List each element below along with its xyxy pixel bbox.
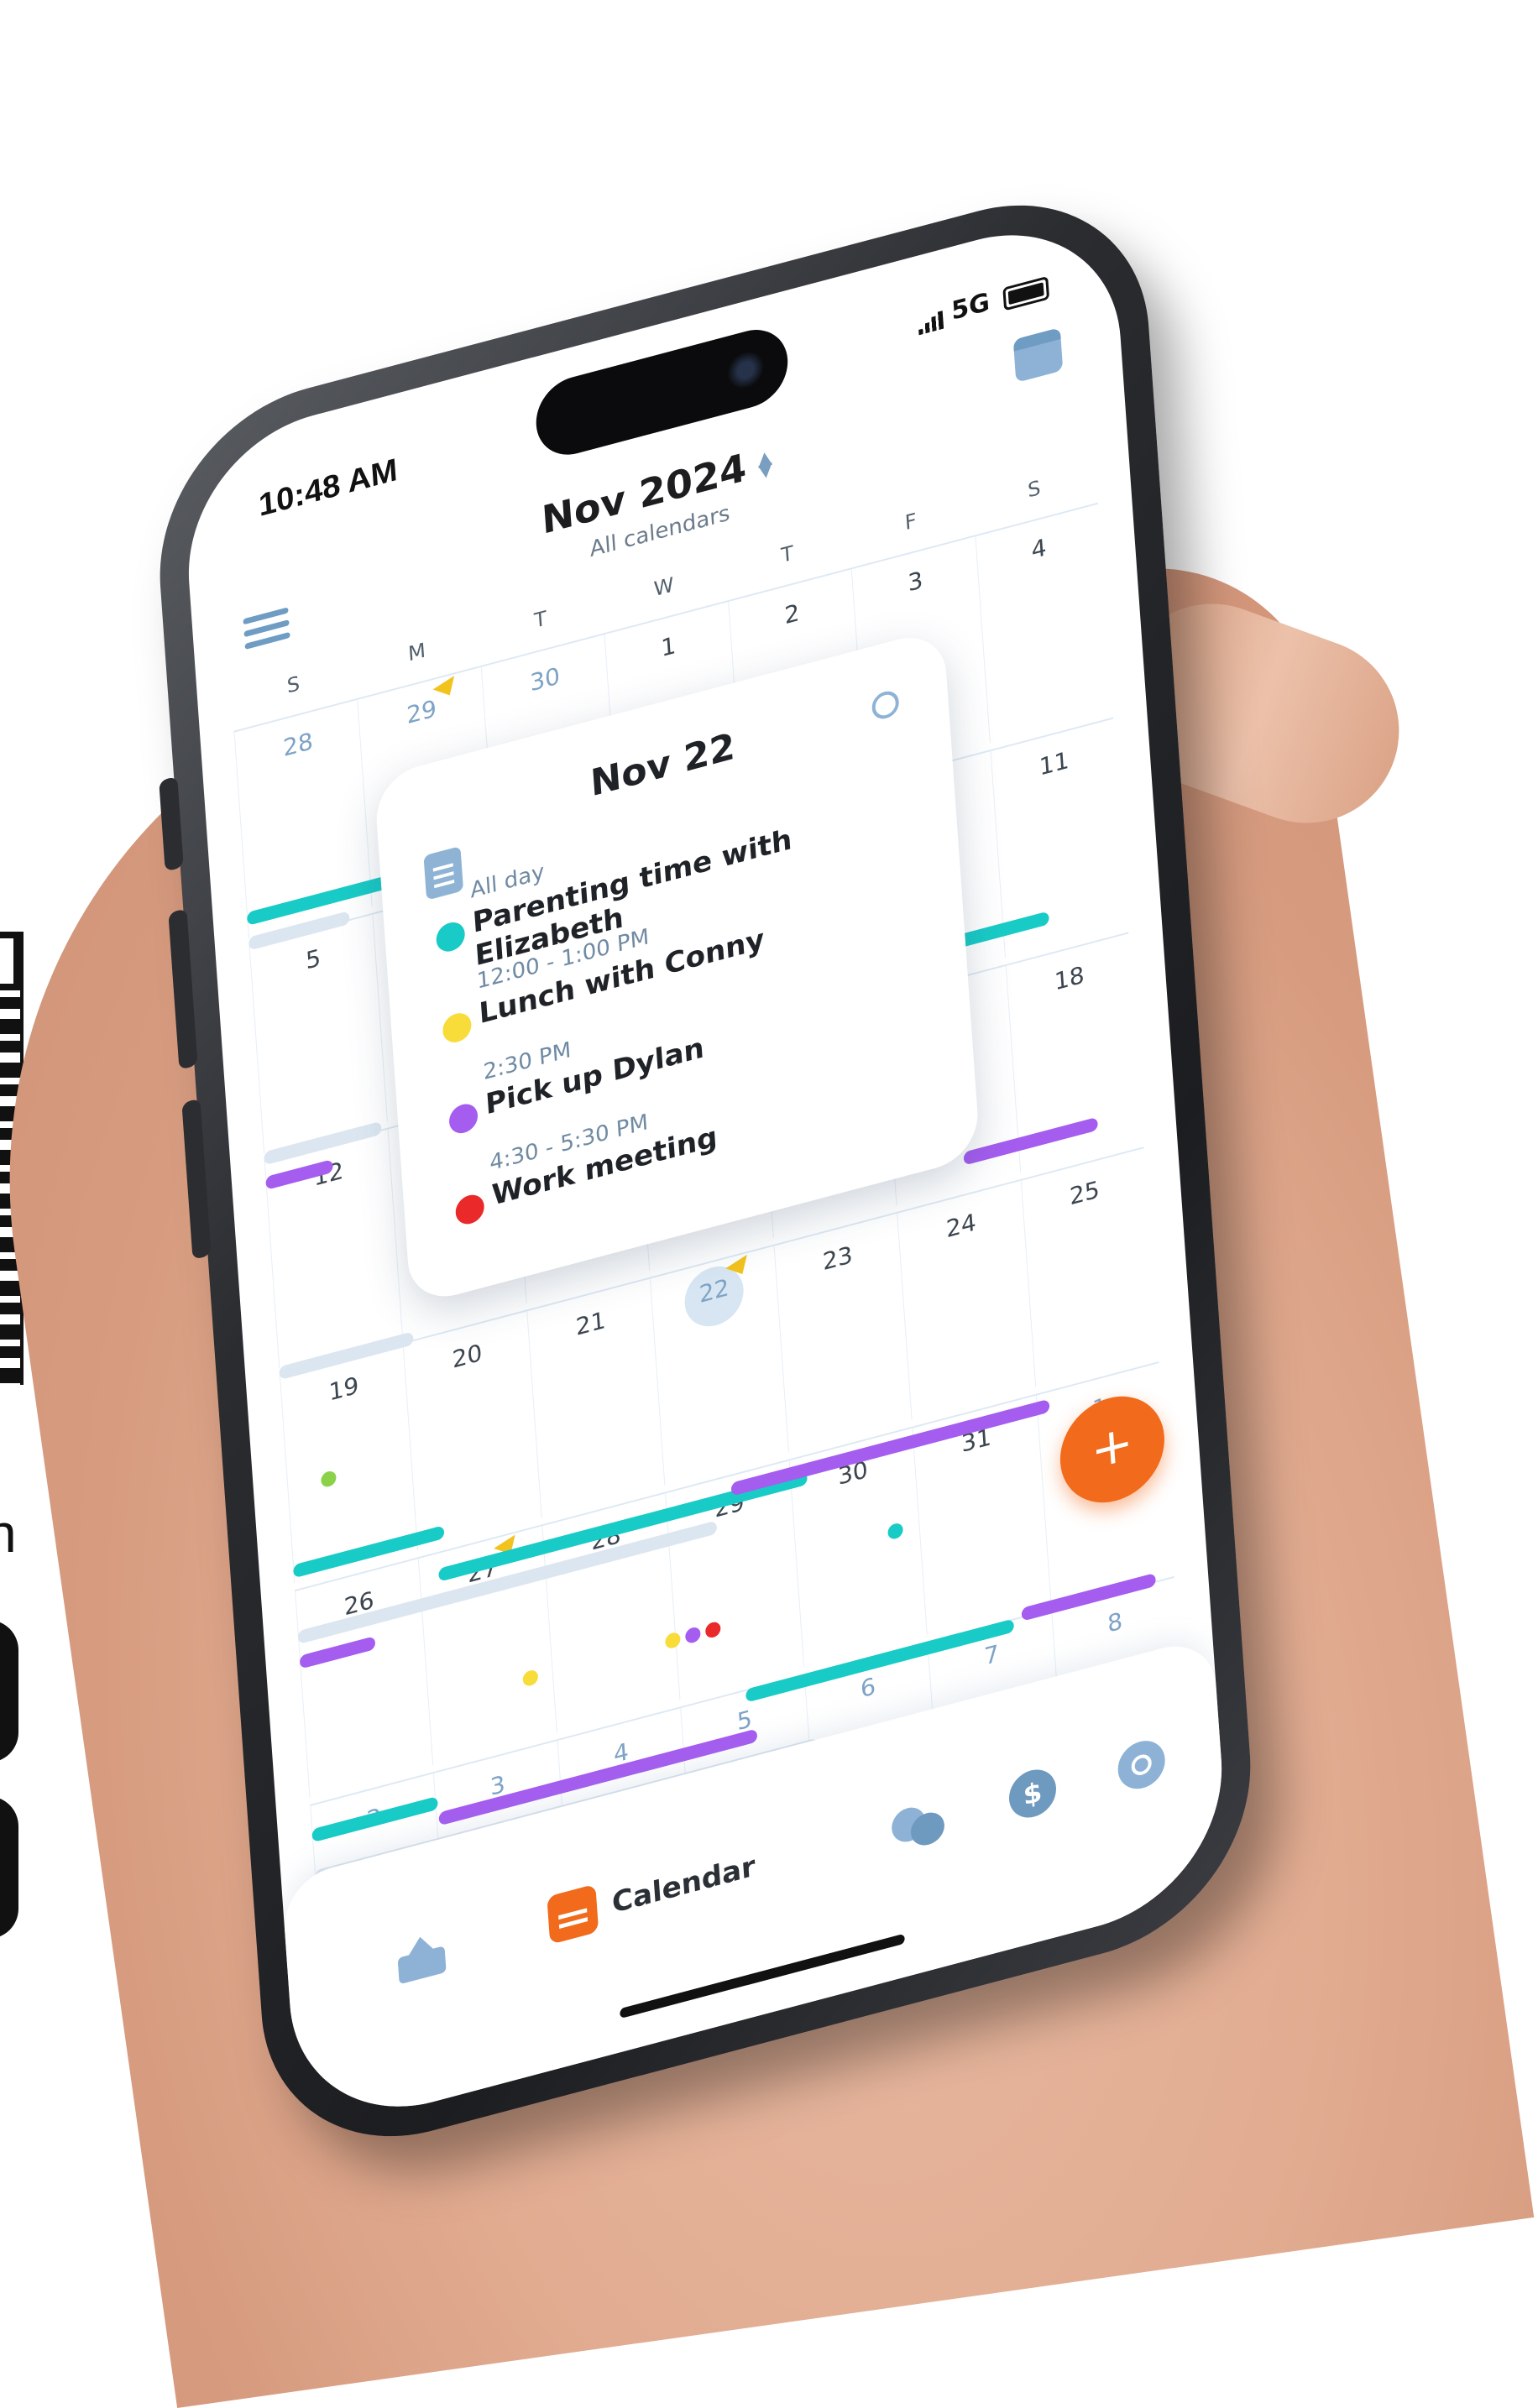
app-screen: 10:48 AM 5G Nov 2024 ▲ ▼ All calendars S M… — [180, 204, 1231, 2138]
day-number: 21 — [574, 1305, 607, 1341]
month-switch-icon: ▲ ▼ — [756, 446, 774, 483]
day-number: 2 — [783, 598, 801, 630]
tab-calendar-label: Calendar — [610, 1849, 757, 1921]
calendar-day-cell[interactable]: 26 — [295, 1559, 433, 1799]
day-number: 1 — [660, 630, 677, 663]
calendar-day-cell[interactable]: 25 — [1020, 1148, 1159, 1388]
day-number: 28 — [282, 727, 314, 763]
status-time: 10:48 AM — [257, 452, 399, 524]
battery-icon — [1002, 275, 1050, 311]
day-number: 11 — [1038, 745, 1070, 781]
day-number: 4 — [1030, 533, 1048, 565]
day-number: 18 — [1053, 960, 1085, 996]
signal-icon — [918, 311, 944, 336]
home-icon[interactable] — [396, 1930, 446, 1984]
calendar-icon — [547, 1883, 599, 1945]
day-number: 3 — [907, 566, 924, 598]
day-number: 30 — [529, 661, 562, 697]
calendar-day-cell[interactable]: 20 — [403, 1311, 541, 1551]
calendar-day-cell[interactable]: 4 — [974, 504, 1113, 744]
event-color-dot — [442, 1010, 473, 1046]
network-label: 5G — [950, 287, 991, 326]
smartphone: 10:48 AM 5G Nov 2024 ▲ ▼ All calendars S M… — [149, 169, 1262, 2173]
store-badge-fragment — [0, 1620, 18, 1763]
qr-code-corner — [0, 932, 20, 990]
camera-icon — [725, 347, 766, 394]
more-icon[interactable] — [1116, 1735, 1167, 1794]
clipped-text-fragment: n — [0, 1503, 17, 1564]
calendar-day-cell[interactable]: 23 — [773, 1213, 912, 1453]
calendar-day-cell[interactable]: 21 — [526, 1278, 665, 1518]
event-color-dot — [447, 1100, 479, 1136]
day-number: 29 — [405, 694, 438, 730]
day-number: 23 — [821, 1241, 854, 1277]
day-number: 25 — [1068, 1175, 1101, 1211]
store-badge-fragment — [0, 1796, 18, 1939]
event-color-dot — [454, 1191, 485, 1228]
event-color-dot — [435, 919, 466, 955]
calendar-day-cell[interactable]: 5 — [248, 914, 388, 1154]
tab-calendar[interactable]: Calendar — [547, 1842, 756, 1945]
status-indicators: 5G — [917, 272, 1050, 336]
dollar-icon[interactable]: $ — [1007, 1764, 1058, 1823]
day-number: 24 — [944, 1208, 977, 1244]
calendar-day-cell[interactable]: 22 — [650, 1246, 788, 1486]
calendar-day-cell[interactable]: 24 — [897, 1181, 1035, 1420]
calendar-day-cell[interactable]: 12 — [264, 1129, 403, 1369]
chat-icon[interactable] — [891, 1799, 947, 1854]
day-number: 20 — [451, 1338, 484, 1374]
